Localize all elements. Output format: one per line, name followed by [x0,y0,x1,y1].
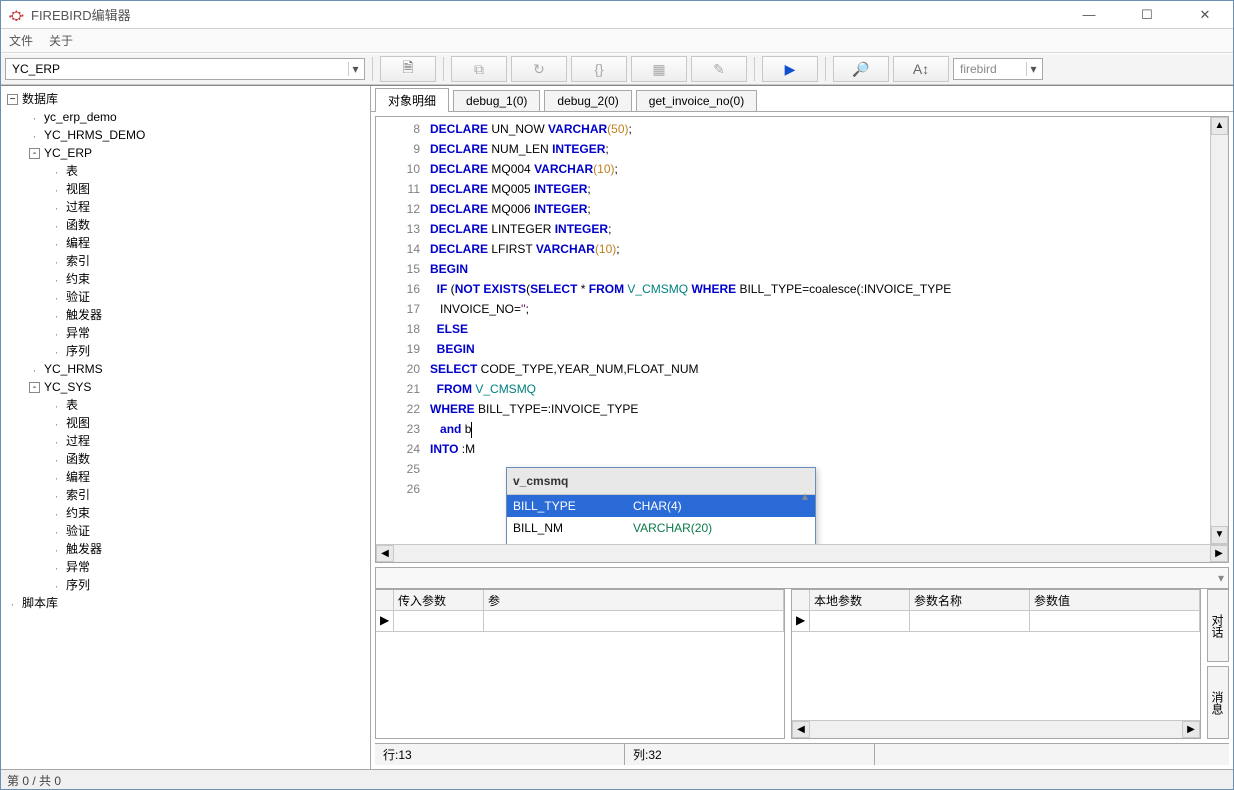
tb-run[interactable]: ▶ [762,56,818,82]
chevron-down-icon[interactable]: ▾ [348,62,362,76]
tree-item[interactable]: ·触发器 [7,306,370,324]
database-combo[interactable]: YC_ERP ▾ [5,58,365,80]
side-tab-message[interactable]: 消息 [1207,666,1229,739]
scroll-up-icon[interactable]: ▴ [797,486,813,506]
tb-braces[interactable]: {} [571,56,627,82]
tab[interactable]: get_invoice_no(0) [636,90,757,111]
tree-root-scripts[interactable]: 脚本库 [22,596,58,610]
window-title: FIREBIRD编辑器 [31,5,1069,24]
object-tree[interactable]: −数据库 ·yc_erp_demo·YC_HRMS_DEMO-YC_ERP·表·… [1,86,371,769]
tree-item[interactable]: ·约束 [7,504,370,522]
autocomplete-title: v_cmsmq [507,468,815,495]
tree-item[interactable]: ·约束 [7,270,370,288]
tree-item[interactable]: ·验证 [7,522,370,540]
menubar: 文件 关于 [1,29,1233,53]
scroll-right-icon[interactable]: ▶ [1210,545,1228,562]
tree-item[interactable]: ·编程 [7,234,370,252]
toolbar: YC_ERP ▾ 🗎 ⧉ ↻ {} ▦ ✎ ▶ 🔎 A↕ firebird ▾ [1,53,1233,85]
local-params-panel[interactable]: 本地参数 参数名称 参数值 ▶ ◀ ▶ [791,589,1201,739]
mid-toolbar: ▾ [375,567,1229,589]
autocomplete-popup[interactable]: v_cmsmq BILL_TYPECHAR(4)BILL_NMVARCHAR(2… [506,467,816,544]
titlebar: ⛮ FIREBIRD编辑器 — ☐ ✕ [1,1,1233,29]
app-icon: ⛮ [9,7,25,23]
status-row: 行:13 [375,744,625,765]
line-gutter: 891011121314151617181920212223242526 [376,117,426,544]
col-input-param: 传入参数 [394,590,484,610]
col-param-name: 参数名称 [910,590,1030,610]
tree-item[interactable]: ·触发器 [7,540,370,558]
scroll-down-icon[interactable]: ▼ [1211,526,1228,544]
tree-item[interactable]: ·yc_erp_demo [7,108,370,126]
tree-item[interactable]: ·验证 [7,288,370,306]
collapse-icon[interactable]: − [7,94,18,105]
main-statusbar: 第 0 / 共 0 [1,769,1233,789]
tb-new-doc[interactable]: 🗎 [380,56,436,82]
language-combo[interactable]: firebird ▾ [953,58,1043,80]
scroll-left-icon[interactable]: ◀ [376,545,394,562]
input-params-panel[interactable]: 传入参数 参 ▶ [375,589,785,739]
vertical-scrollbar[interactable]: ▲ ▼ [1210,117,1228,544]
menu-file[interactable]: 文件 [9,32,33,49]
editor-statusbar: 行:13 列:32 [375,743,1229,765]
menu-about[interactable]: 关于 [49,32,73,49]
tree-item[interactable]: ·YC_HRMS [7,360,370,378]
col-input-param2: 参 [484,590,784,610]
tab[interactable]: 对象明细 [375,88,449,112]
row-marker-icon: ▶ [792,611,810,631]
side-tab-dialog[interactable]: 对话 [1207,589,1229,662]
scroll-up-icon[interactable]: ▲ [1211,117,1228,135]
tree-item[interactable]: ·函数 [7,450,370,468]
tree-item[interactable]: ·序列 [7,342,370,360]
chevron-down-icon[interactable]: ▾ [1218,571,1224,585]
expand-icon[interactable]: - [29,382,40,393]
tree-item[interactable]: ·过程 [7,432,370,450]
scroll-right-icon[interactable]: ▶ [1182,721,1200,738]
tb-sort[interactable]: A↕ [893,56,949,82]
status-col: 列:32 [625,744,875,765]
tree-item[interactable]: ·视图 [7,414,370,432]
autocomplete-item[interactable]: BILL_CLASSCHAR(2) [507,539,815,544]
autocomplete-item[interactable]: BILL_NMVARCHAR(20) [507,517,815,539]
expand-icon[interactable]: - [29,148,40,159]
tree-item[interactable]: ·函数 [7,216,370,234]
tree-item[interactable]: ·过程 [7,198,370,216]
tb-refresh[interactable]: ↻ [511,56,567,82]
maximize-button[interactable]: ☐ [1127,5,1167,25]
tb-copy-doc[interactable]: ⧉ [451,56,507,82]
horizontal-scrollbar[interactable]: ◀ ▶ [376,544,1228,562]
tree-item[interactable]: ·表 [7,162,370,180]
col-local-param: 本地参数 [810,590,910,610]
close-button[interactable]: ✕ [1185,5,1225,25]
tree-item[interactable]: -YC_ERP [7,144,370,162]
tree-item[interactable]: -YC_SYS [7,378,370,396]
tree-item[interactable]: ·异常 [7,558,370,576]
editor-tabs: 对象明细debug_1(0)debug_2(0)get_invoice_no(0… [371,86,1233,112]
tree-item[interactable]: ·表 [7,396,370,414]
chevron-down-icon[interactable]: ▾ [1026,62,1040,76]
tree-item[interactable]: ·YC_HRMS_DEMO [7,126,370,144]
scroll-left-icon[interactable]: ◀ [792,721,810,738]
code-editor[interactable]: 891011121314151617181920212223242526 DEC… [376,117,1228,544]
autocomplete-item[interactable]: BILL_TYPECHAR(4) [507,495,815,517]
tree-item[interactable]: ·索引 [7,486,370,504]
minimize-button[interactable]: — [1069,5,1109,25]
tb-table[interactable]: ▦ [631,56,687,82]
horizontal-scrollbar[interactable]: ◀ ▶ [792,720,1200,738]
tree-item[interactable]: ·编程 [7,468,370,486]
tree-item[interactable]: ·视图 [7,180,370,198]
tab[interactable]: debug_1(0) [453,90,540,111]
tb-find[interactable]: 🔎 [833,56,889,82]
tree-root-database[interactable]: 数据库 [22,92,58,106]
col-param-value: 参数值 [1030,590,1200,610]
tree-item[interactable]: ·索引 [7,252,370,270]
tab[interactable]: debug_2(0) [544,90,631,111]
row-marker-icon: ▶ [376,611,394,631]
tb-edit[interactable]: ✎ [691,56,747,82]
tree-item[interactable]: ·异常 [7,324,370,342]
tree-item[interactable]: ·序列 [7,576,370,594]
